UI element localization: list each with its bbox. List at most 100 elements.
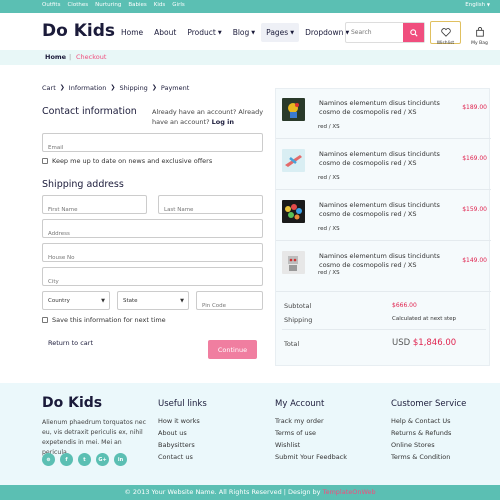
designer-link[interactable]: TemplateOnWeb: [323, 488, 376, 496]
top-link-babies[interactable]: Babies: [128, 2, 146, 8]
breadcrumb: Home | Checkout: [0, 50, 500, 65]
footer-link[interactable]: Wishlist: [275, 439, 347, 451]
state-select[interactable]: State ▼: [117, 291, 189, 310]
nav-pages[interactable]: Pages ▼: [261, 23, 300, 42]
nav-home[interactable]: Home: [116, 23, 148, 42]
main-nav: Home About Product ▼ Blog ▼ Pages ▼ Dropdow…: [116, 23, 355, 42]
product-thumbnail[interactable]: [282, 200, 305, 223]
nav-product[interactable]: Product ▼: [182, 23, 226, 42]
rss-icon[interactable]: ⊚: [42, 453, 55, 466]
total-label: Total: [284, 340, 300, 348]
account-prompt: Already have an account? Already have an…: [152, 107, 264, 127]
step-payment[interactable]: Payment: [161, 84, 189, 92]
bag-button[interactable]: My Bag: [464, 21, 495, 46]
google-plus-icon[interactable]: G+: [96, 453, 109, 466]
search-icon: [409, 28, 418, 37]
chevron-right-icon: ❯: [151, 84, 157, 91]
address-field: [42, 219, 263, 243]
footer-link[interactable]: How it works: [158, 415, 207, 427]
footer-link[interactable]: Contact us: [158, 451, 207, 463]
footer-link[interactable]: Terms of use: [275, 427, 347, 439]
country-select[interactable]: Country ▼: [42, 291, 110, 310]
continue-button[interactable]: Continue: [208, 340, 257, 359]
email-input[interactable]: [43, 139, 262, 157]
return-to-cart-link[interactable]: Return to cart: [48, 339, 93, 347]
checkbox-icon: [42, 317, 48, 323]
breadcrumb-separator: |: [69, 53, 72, 61]
step-cart[interactable]: Cart: [42, 84, 56, 92]
footer-link[interactable]: Submit Your Feedback: [275, 451, 347, 463]
subtotal-value: $666.00: [392, 302, 417, 309]
footer-logo[interactable]: Do Kids: [42, 395, 102, 411]
social-links: ⊚ f t G+ in: [42, 453, 127, 466]
divider: [282, 329, 486, 330]
footer-link[interactable]: Online Stores: [391, 439, 466, 451]
item-name[interactable]: Naminos elementum disus tincidunts cosmo…: [319, 252, 449, 270]
language-label: English: [465, 2, 486, 8]
top-link-nurturing[interactable]: Nurturing: [95, 2, 121, 8]
top-bar: Outfits Clothes Nurturing Babies Kids Gi…: [0, 0, 500, 13]
step-shipping[interactable]: Shipping: [119, 84, 147, 92]
footer-link[interactable]: Terms & Condition: [391, 451, 466, 463]
wishlist-label: Wishlist: [436, 41, 455, 46]
product-thumbnail[interactable]: [282, 251, 305, 274]
newsletter-checkbox[interactable]: Keep me up to date on news and exclusive…: [42, 157, 212, 165]
pin-code-field: [196, 291, 263, 315]
breadcrumb-current: Checkout: [76, 53, 107, 61]
item-name[interactable]: Naminos elementum disus tincidunts cosmo…: [319, 99, 449, 117]
save-info-checkbox[interactable]: Save this information for next time: [42, 316, 166, 324]
chevron-down-icon: ▼: [251, 29, 256, 36]
order-item: Naminos elementum disus tincidunts cosmo…: [276, 140, 491, 190]
item-name[interactable]: Naminos elementum disus tincidunts cosmo…: [319, 201, 449, 219]
product-thumbnail[interactable]: [282, 149, 305, 172]
search-button[interactable]: [403, 23, 424, 42]
pin-code-input[interactable]: [197, 297, 262, 315]
chevron-down-icon: ▼: [486, 2, 490, 7]
twitter-icon[interactable]: t: [78, 453, 91, 466]
language-selector[interactable]: English ▼: [465, 2, 490, 8]
breadcrumb-home[interactable]: Home: [45, 53, 66, 61]
toy-plane-image: [282, 149, 305, 172]
last-name-input[interactable]: [159, 201, 262, 219]
order-summary: Naminos elementum disus tincidunts cosmo…: [275, 88, 491, 366]
footer-link[interactable]: Track my order: [275, 415, 347, 427]
wishlist-button[interactable]: Wishlist: [430, 21, 461, 46]
city-input[interactable]: [43, 273, 262, 291]
footer-link[interactable]: Help & Contact Us: [391, 415, 466, 427]
footer-link[interactable]: About us: [158, 427, 207, 439]
step-information[interactable]: Information: [69, 84, 107, 92]
order-item: Naminos elementum disus tincidunts cosmo…: [276, 242, 491, 292]
nav-about[interactable]: About: [149, 23, 181, 42]
footer-my-account: My Account Track my order Terms of use W…: [275, 399, 347, 463]
top-link-kids[interactable]: Kids: [154, 2, 166, 8]
address-input[interactable]: [43, 225, 262, 243]
city-field: [42, 267, 263, 291]
house-no-input[interactable]: [43, 249, 262, 267]
top-link-clothes[interactable]: Clothes: [67, 2, 88, 8]
toy-figure-image: [282, 98, 305, 121]
nav-blog[interactable]: Blog ▼: [228, 23, 260, 42]
top-category-links: Outfits Clothes Nurturing Babies Kids Gi…: [42, 2, 185, 8]
shipping-label: Shipping: [284, 316, 313, 324]
footer-link[interactable]: Returns & Refunds: [391, 427, 466, 439]
bag-label: My Bag: [471, 41, 488, 46]
footer-link[interactable]: Babysitters: [158, 439, 207, 451]
login-link[interactable]: Log in: [212, 118, 234, 126]
chevron-down-icon: ▼: [180, 298, 184, 304]
chevron-down-icon: ▼: [217, 29, 222, 36]
top-link-outfits[interactable]: Outfits: [42, 2, 60, 8]
first-name-input[interactable]: [43, 201, 146, 219]
country-label: Country: [48, 297, 70, 304]
search-input[interactable]: [346, 23, 405, 42]
top-link-girls[interactable]: Girls: [172, 2, 184, 8]
product-thumbnail[interactable]: [282, 98, 305, 121]
site-logo[interactable]: Do Kids: [42, 21, 115, 41]
nav-about-label: About: [154, 28, 177, 37]
state-label: State: [123, 297, 138, 304]
item-name[interactable]: Naminos elementum disus tincidunts cosmo…: [319, 150, 449, 168]
first-name-field: [42, 195, 147, 219]
currency: USD: [392, 338, 411, 348]
linkedin-icon[interactable]: in: [114, 453, 127, 466]
nav-dropdown-label: Dropdown: [305, 28, 344, 37]
facebook-icon[interactable]: f: [60, 453, 73, 466]
